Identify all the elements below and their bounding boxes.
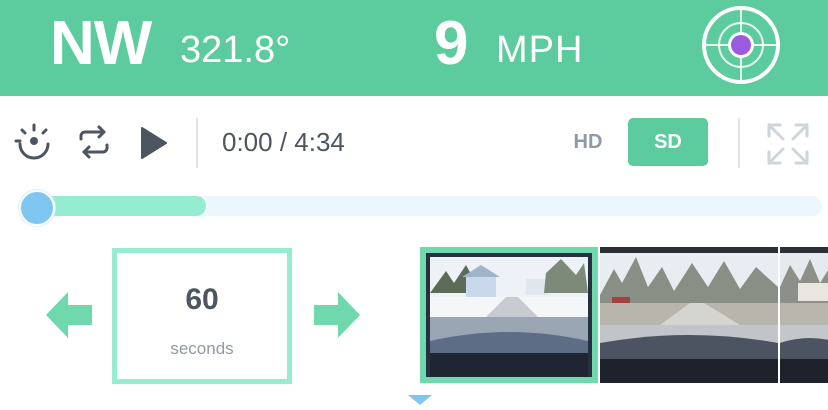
fullscreen-button[interactable] [766, 122, 810, 171]
controls-divider [196, 118, 198, 168]
dashcam-frame-image [426, 253, 592, 377]
telemetry-header: NW 321.8° 9 MPH [0, 0, 828, 96]
speed-value: 9 [434, 9, 469, 78]
play-button[interactable] [138, 126, 170, 165]
frame-thumbnails [420, 247, 828, 383]
progress-track[interactable] [22, 196, 822, 216]
repeat-icon [79, 125, 109, 159]
dashcam-frame-image [600, 247, 778, 383]
playback-time: 0:00 / 4:34 [222, 127, 345, 157]
crosshair-target-icon [702, 6, 780, 84]
thumbnail-frame[interactable] [780, 247, 828, 383]
step-unit: seconds [170, 339, 234, 358]
arrow-left-icon [46, 292, 92, 338]
repeat-button[interactable] [76, 124, 112, 165]
locate-button[interactable] [700, 4, 782, 86]
hd-quality-button[interactable]: HD [560, 118, 616, 166]
speed-unit: MPH [496, 29, 584, 71]
play-icon [141, 127, 167, 159]
step-forward-button[interactable] [312, 290, 360, 345]
dashcam-frame-image [780, 247, 828, 383]
arrow-right-icon [314, 292, 360, 338]
fullscreen-icon [767, 123, 809, 165]
ai-eye-icon [14, 123, 50, 160]
player-controls: 0:00 / 4:34 HD SD [0, 96, 828, 188]
sd-quality-button[interactable]: SD [628, 118, 708, 166]
ai-eye-button[interactable] [14, 122, 54, 167]
current-frame-marker [408, 392, 432, 410]
target-dot [731, 35, 751, 55]
step-back-button[interactable] [46, 290, 94, 345]
thumbnail-frame[interactable] [600, 247, 778, 383]
thumbnail-frame[interactable] [420, 247, 598, 383]
heading-direction: NW [50, 9, 152, 78]
progress-knob[interactable] [19, 190, 55, 226]
heading-degrees: 321.8° [180, 29, 291, 71]
step-value: 60 [185, 283, 219, 316]
step-interval: 60 seconds [112, 248, 292, 384]
controls-divider [738, 118, 740, 168]
